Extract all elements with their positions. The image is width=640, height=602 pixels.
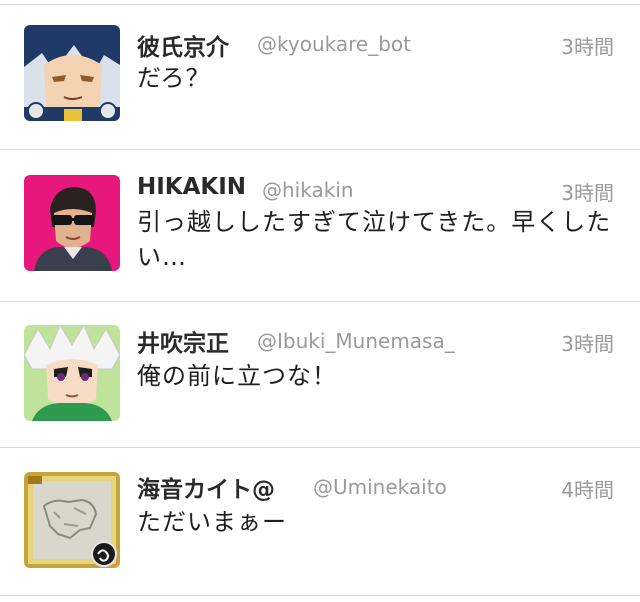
person-avatar-icon — [24, 175, 120, 271]
tweet-text: ただいまぁー — [137, 508, 287, 536]
tweet-divider — [0, 595, 640, 596]
user-handle[interactable]: @kyoukare_bot — [257, 32, 411, 56]
user-handle[interactable]: @hikakin — [262, 178, 354, 202]
tweet-item[interactable]: 井吹宗正 @Ibuki_Munemasa_ 3時間 俺の前に立つな！ — [0, 302, 640, 448]
tweet-item[interactable]: 彼氏京介 @kyoukare_bot 3時間 だろ？ — [0, 5, 640, 150]
display-name[interactable]: 彼氏京介 — [137, 28, 229, 62]
tweet-item[interactable]: HIKAKIN @hikakin 3時間 引っ越ししたすぎて泣けてきた。早くした… — [0, 150, 640, 302]
display-name[interactable]: HIKAKIN — [137, 174, 246, 200]
display-name[interactable]: 海音カイト@ — [137, 470, 275, 504]
avatar[interactable] — [24, 325, 120, 421]
display-name[interactable]: 井吹宗正 — [137, 324, 229, 358]
avatar[interactable] — [24, 175, 120, 271]
anime-avatar-icon — [24, 25, 120, 121]
timestamp: 4時間 — [561, 478, 614, 502]
tweet-item[interactable]: 海音カイト@ @Uminekaito 4時間 ただいまぁー — [0, 448, 640, 596]
anime-avatar-icon — [24, 325, 120, 421]
user-handle[interactable]: @Uminekaito — [313, 475, 447, 499]
avatar[interactable] — [24, 25, 120, 121]
tweet-text: 引っ越ししたすぎて泣けてきた。早くしたい… — [137, 208, 612, 271]
tweet-timeline: 彼氏京介 @kyoukare_bot 3時間 だろ？ HIKAKIN @hika… — [0, 0, 640, 602]
timestamp: 3時間 — [561, 332, 614, 356]
user-handle[interactable]: @Ibuki_Munemasa_ — [257, 329, 455, 353]
tweet-text: 俺の前に立つな！ — [137, 362, 337, 390]
tweet-text: だろ？ — [137, 64, 211, 92]
avatar[interactable] — [24, 472, 120, 568]
card-avatar-icon — [24, 472, 120, 568]
timestamp: 3時間 — [561, 35, 614, 59]
timestamp: 3時間 — [561, 181, 614, 205]
